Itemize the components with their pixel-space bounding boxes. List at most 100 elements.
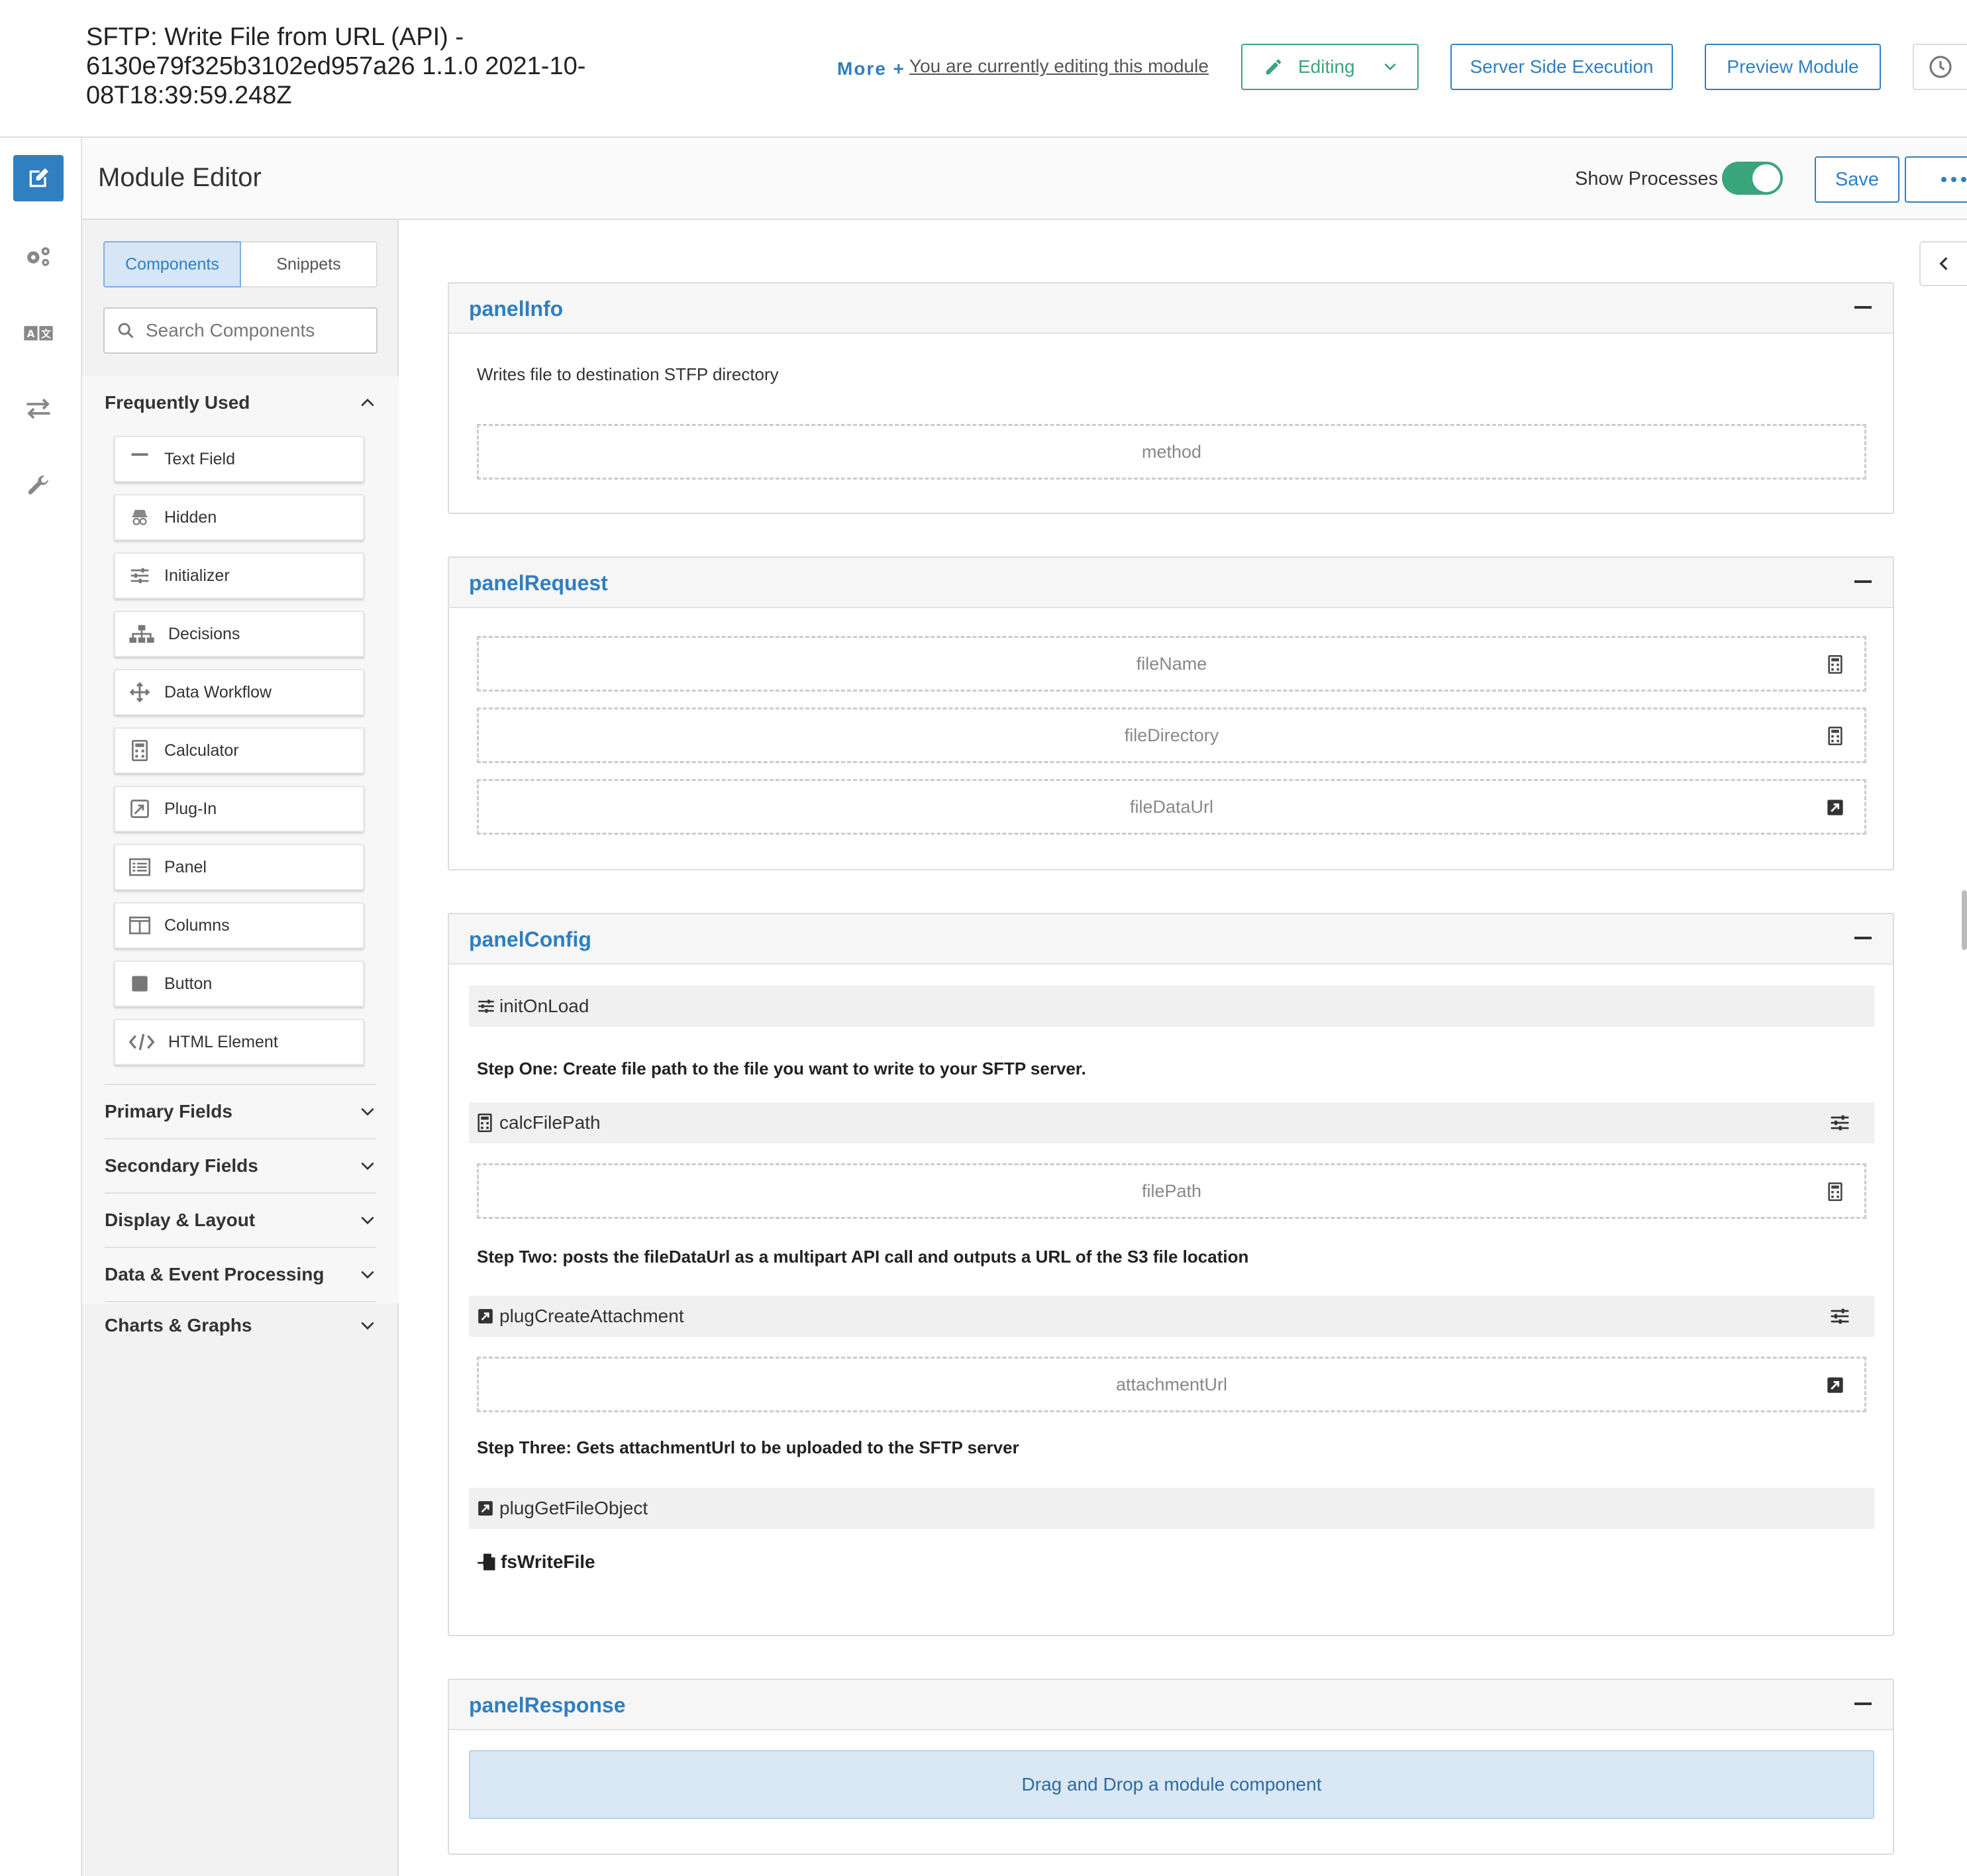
process-fs-write-file[interactable]: fsWriteFile [477,1551,595,1573]
canvas-scrollbar[interactable] [1962,890,1967,950]
component-html-element[interactable]: HTML Element [114,1019,364,1065]
plugin-icon [1827,800,1843,815]
columns-icon [128,914,151,937]
component-label: HTML Element [168,1032,278,1051]
component-data-workflow[interactable]: Data Workflow [114,669,364,715]
search-components-input[interactable] [146,320,371,341]
editor-header: Module Editor Show Processes Save [82,138,1967,220]
frequently-used-header[interactable]: Frequently Used [105,376,376,429]
rail-settings-button[interactable] [13,233,64,280]
editor-title: Module Editor [98,163,262,192]
process-calc-file-path[interactable]: calcFilePath [469,1102,1874,1143]
module-title: SFTP: Write File from URL (API) - 6130e7… [86,23,586,109]
chevron-down-icon [361,1271,374,1279]
ellipsis-dot [1961,177,1966,182]
minus-icon[interactable] [1854,1702,1872,1705]
panel-request[interactable]: panelRequest fileName fileDirectory file… [448,556,1894,870]
minus-icon[interactable] [1854,937,1872,939]
field-label: fileDataUrl [1129,796,1214,817]
field-file-data-url[interactable]: fileDataUrl [477,779,1866,835]
component-button[interactable]: Button [114,961,364,1007]
editing-note-link[interactable]: You are currently editing this module [909,56,1209,77]
server-side-execution-button[interactable]: Server Side Execution [1450,44,1673,90]
editing-dropdown-button[interactable]: Editing [1241,44,1419,90]
save-button[interactable]: Save [1815,156,1899,203]
panel-config[interactable]: panelConfig initOnLoad Step One: Create … [448,913,1894,1636]
category-label: Display & Layout [105,1210,256,1230]
calculator-icon [1828,655,1842,674]
minus-icon[interactable] [1854,306,1872,309]
process-plug-create-attachment[interactable]: plugCreateAttachment [469,1296,1874,1337]
panel-info[interactable]: panelInfo Writes file to destination STF… [448,282,1894,514]
process-plug-get-file-object[interactable]: plugGetFileObject [469,1488,1874,1529]
minus-icon[interactable] [1854,580,1872,583]
chevron-left-icon [1939,257,1948,270]
category-data-event-processing[interactable]: Data & Event Processing [105,1247,376,1301]
text-field-icon [128,448,151,470]
category-charts-graphs[interactable]: Charts & Graphs [105,1301,376,1349]
panel-header[interactable]: panelRequest [449,558,1893,608]
file-import-icon [477,1552,497,1572]
field-file-path[interactable]: filePath [477,1163,1866,1219]
sliders-icon[interactable] [1829,1113,1850,1133]
category-label: Secondary Fields [105,1155,258,1176]
svg-text:文: 文 [41,328,51,340]
panel-response[interactable]: panelResponse Drag and Drop a module com… [448,1679,1894,1855]
field-label: fileName [1136,653,1207,674]
ellipsis-dot [1941,177,1946,182]
rail-tools-button[interactable] [13,462,64,509]
more-options-button[interactable] [1905,156,1967,203]
translate-icon: A文 [24,326,53,340]
panel-header[interactable]: panelInfo [449,284,1893,334]
category-display-layout[interactable]: Display & Layout [105,1192,376,1247]
panel-title: panelResponse [469,1693,626,1717]
search-box[interactable] [103,307,378,354]
wrench-icon [28,475,48,495]
panel-header[interactable]: panelConfig [449,914,1893,964]
component-initializer[interactable]: Initializer [114,552,364,599]
show-processes-toggle[interactable] [1722,162,1783,195]
field-attachment-url[interactable]: attachmentUrl [477,1357,1866,1412]
field-file-directory[interactable]: fileDirectory [477,707,1866,763]
field-file-name[interactable]: fileName [477,636,1866,692]
component-label: Plug-In [164,799,217,818]
calculator-icon [1828,1182,1842,1201]
move-arrows-icon [128,681,151,704]
component-label: Calculator [164,741,239,760]
sliders-icon [477,997,495,1016]
tab-snippets[interactable]: Snippets [241,241,378,287]
process-label: calcFilePath [499,1112,601,1133]
component-text-field[interactable]: Text Field [114,436,364,482]
drop-zone[interactable]: Drag and Drop a module component [469,1750,1874,1819]
component-panel[interactable]: Panel [114,844,364,890]
more-link[interactable]: More + [837,58,905,79]
history-button[interactable] [1913,44,1967,90]
panel-header[interactable]: panelResponse [449,1680,1893,1730]
rail-translate-button[interactable]: A文 [13,310,64,356]
category-secondary-fields[interactable]: Secondary Fields [105,1138,376,1192]
hidden-icon [128,506,151,529]
frequently-used-label: Frequently Used [105,392,250,413]
category-primary-fields[interactable]: Primary Fields [105,1084,376,1138]
component-calculator[interactable]: Calculator [114,727,364,774]
collapse-panel-button[interactable] [1919,241,1967,286]
panel-title: panelInfo [469,297,564,321]
component-label: Columns [164,915,230,935]
calculator-icon [1828,727,1842,745]
svg-text:A: A [27,328,35,340]
rail-swap-button[interactable] [13,386,64,432]
sliders-icon[interactable] [1829,1306,1850,1326]
component-plug-in[interactable]: Plug-In [114,786,364,832]
tab-components[interactable]: Components [103,241,241,287]
component-decisions[interactable]: Decisions [114,611,364,657]
process-label: initOnLoad [499,996,589,1016]
component-label: Initializer [164,566,230,585]
process-init-on-load[interactable]: initOnLoad [469,986,1874,1027]
rail-edit-button[interactable] [13,155,64,201]
component-label: Panel [164,857,207,876]
component-columns[interactable]: Columns [114,902,364,949]
field-method[interactable]: method [477,424,1866,480]
component-hidden[interactable]: Hidden [114,494,364,541]
preview-module-button[interactable]: Preview Module [1705,44,1881,90]
chevron-down-icon [361,1216,374,1225]
